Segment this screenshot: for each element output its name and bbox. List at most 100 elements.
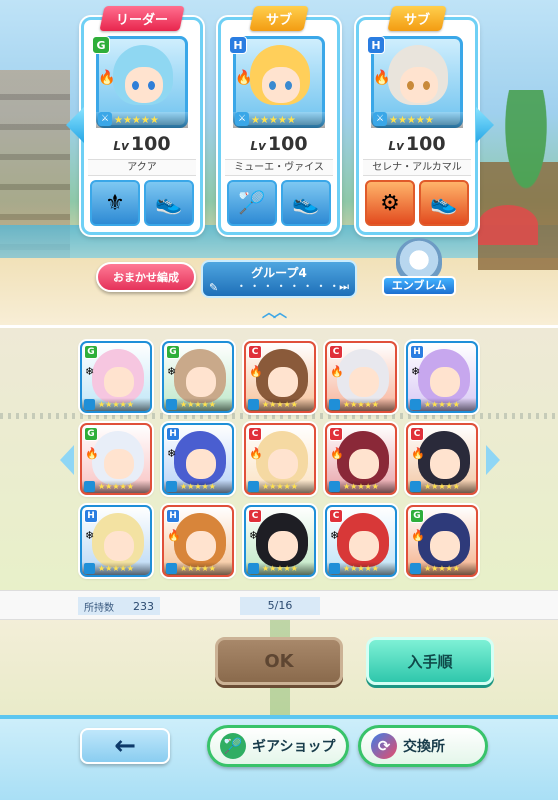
back-arrow-icon: ← <box>114 731 136 761</box>
page-indicator: 5/16 <box>240 597 320 615</box>
exchange-icon: ⟳ <box>371 733 397 759</box>
roster-character-tile[interactable]: C 🔥 ★★★★★ <box>406 423 478 495</box>
tile-face <box>349 367 379 397</box>
group-selector[interactable]: グループ4 ✎ • • • • • • • • ⏭ <box>201 260 357 298</box>
type-badge-icon: G <box>166 345 180 359</box>
element-icon: ❄ <box>85 529 95 542</box>
group-name: グループ4 <box>251 266 307 280</box>
portrait-face <box>125 67 163 103</box>
roster-character-tile[interactable]: C 🔥 ★★★★★ <box>244 341 316 413</box>
weapon-type-icon: ⚔ <box>373 112 387 126</box>
element-icon: ❄ <box>167 447 177 460</box>
back-button[interactable]: ← <box>80 728 170 764</box>
element-icon: 🔥 <box>98 70 116 86</box>
weapon-type-icon: ⚔ <box>98 112 112 126</box>
racket-gear-icon: ⚙ <box>380 190 400 216</box>
role-label: サブ <box>403 13 431 28</box>
owned-count: 233 <box>133 599 154 613</box>
shoes-gear-icon: 👟 <box>155 190 183 216</box>
roster-character-tile[interactable]: C 🔥 ★★★★★ <box>325 423 397 495</box>
gear-slot-racket[interactable]: 🏸 <box>227 180 277 226</box>
ok-label: OK <box>264 650 294 672</box>
weapon-type-icon <box>410 563 421 574</box>
element-icon: 🔥 <box>411 529 425 542</box>
roster-character-tile[interactable]: C 🔥 ★★★★★ <box>325 341 397 413</box>
tile-face <box>268 449 298 479</box>
weapon-type-icon <box>329 399 340 410</box>
racket-gear-icon: ⚜ <box>105 190 125 216</box>
racket-icon: 🏸 <box>220 733 246 759</box>
type-badge-icon: G <box>92 36 110 54</box>
gear-slot-racket[interactable]: ⚙ <box>365 180 415 226</box>
beach-umbrella-decoration <box>478 205 538 245</box>
auto-formation-button[interactable]: おまかせ編成 <box>96 262 196 292</box>
roster-character-tile[interactable]: H ❄ ★★★★★ <box>406 341 478 413</box>
role-tag: リーダー <box>99 6 185 31</box>
gear-slot-shoes[interactable]: 👟 <box>419 180 469 226</box>
portrait-face <box>262 67 300 103</box>
gear-slot-shoes[interactable]: 👟 <box>144 180 194 226</box>
role-tag: サブ <box>249 6 309 31</box>
owned-count-box: 所持数 233 <box>78 597 160 615</box>
element-icon: 🔥 <box>330 447 344 460</box>
type-badge-icon: C <box>248 509 262 523</box>
tile-face <box>430 449 460 479</box>
weapon-type-icon <box>166 399 177 410</box>
roster-character-tile[interactable]: C ❄ ★★★★★ <box>325 505 397 577</box>
gear-shop-button[interactable]: 🏸 ギアショップ <box>207 725 349 767</box>
character-name: アクア <box>88 159 196 176</box>
level-prefix: Lv <box>250 139 266 153</box>
roster-character-tile[interactable]: H ❄ ★★★★★ <box>162 423 234 495</box>
roster-character-tile[interactable]: G 🔥 ★★★★★ <box>80 423 152 495</box>
level-value: 100 <box>130 133 171 155</box>
portrait-eye <box>132 81 139 90</box>
roster-character-tile[interactable]: G ❄ ★★★★★ <box>162 341 234 413</box>
roster-character-tile[interactable]: C ❄ ★★★★★ <box>244 505 316 577</box>
element-icon: ❄ <box>249 529 259 542</box>
roster-character-tile[interactable]: C 🔥 ★★★★★ <box>244 423 316 495</box>
level-prefix: Lv <box>113 139 129 153</box>
party-member-card[interactable]: サブ H 🔥 ★★★★★ ⚔ Lv 100 セレナ・アルカマル ⚙ 👟 <box>356 6 478 235</box>
roster-character-tile[interactable]: H ❄ ★★★★★ <box>80 505 152 577</box>
type-badge-icon: H <box>410 345 424 359</box>
weapon-type-icon <box>248 481 259 492</box>
character-name: ミューエ・ヴァイス <box>225 159 333 176</box>
weapon-type-icon <box>84 481 95 492</box>
emblem-button[interactable]: エンブレム <box>382 238 456 300</box>
gear-slot-shoes[interactable]: 👟 <box>281 180 331 226</box>
exchange-button[interactable]: ⟳ 交換所 <box>358 725 488 767</box>
type-badge-icon: C <box>329 427 343 441</box>
tile-face <box>268 531 298 561</box>
skip-forward-icon[interactable]: ⏭ <box>339 280 349 294</box>
party-member-card[interactable]: リーダー G 🔥 ★★★★★ ⚔ Lv 100 アクア ⚜ 👟 <box>81 6 203 235</box>
shoes-gear-icon: 👟 <box>430 190 458 216</box>
chevron-up-icon[interactable]: ︿︿ <box>262 302 287 322</box>
level-prefix: Lv <box>388 139 404 153</box>
element-icon: 🔥 <box>330 365 344 378</box>
level-value: 100 <box>405 133 446 155</box>
party-member-card[interactable]: サブ H 🔥 ★★★★★ ⚔ Lv 100 ミューエ・ヴァイス 🏸 👟 <box>218 6 340 235</box>
portrait-eye <box>423 81 430 90</box>
sort-order-button[interactable]: 入手順 <box>366 637 494 685</box>
gear-slot-racket[interactable]: ⚜ <box>90 180 140 226</box>
tile-face <box>430 531 460 561</box>
tile-face <box>349 449 379 479</box>
group-page-dots: • • • • • • • • <box>239 282 340 291</box>
roster-character-tile[interactable]: G ❄ ★★★★★ <box>80 341 152 413</box>
weapon-type-icon: ⚔ <box>235 112 249 126</box>
weapon-type-icon <box>84 399 95 410</box>
type-badge-icon: H <box>84 509 98 523</box>
net-decoration <box>0 413 558 419</box>
pencil-icon[interactable]: ✎ <box>209 281 218 294</box>
type-badge-icon: C <box>329 345 343 359</box>
roster-character-tile[interactable]: G 🔥 ★★★★★ <box>406 505 478 577</box>
weapon-type-icon <box>248 563 259 574</box>
weapon-type-icon <box>329 563 340 574</box>
type-badge-icon: C <box>248 427 262 441</box>
ok-button[interactable]: OK <box>215 637 343 685</box>
tile-face <box>186 531 216 561</box>
sort-order-label: 入手順 <box>407 652 453 671</box>
tile-face <box>186 449 216 479</box>
roster-character-tile[interactable]: H 🔥 ★★★★★ <box>162 505 234 577</box>
weapon-type-icon <box>84 563 95 574</box>
